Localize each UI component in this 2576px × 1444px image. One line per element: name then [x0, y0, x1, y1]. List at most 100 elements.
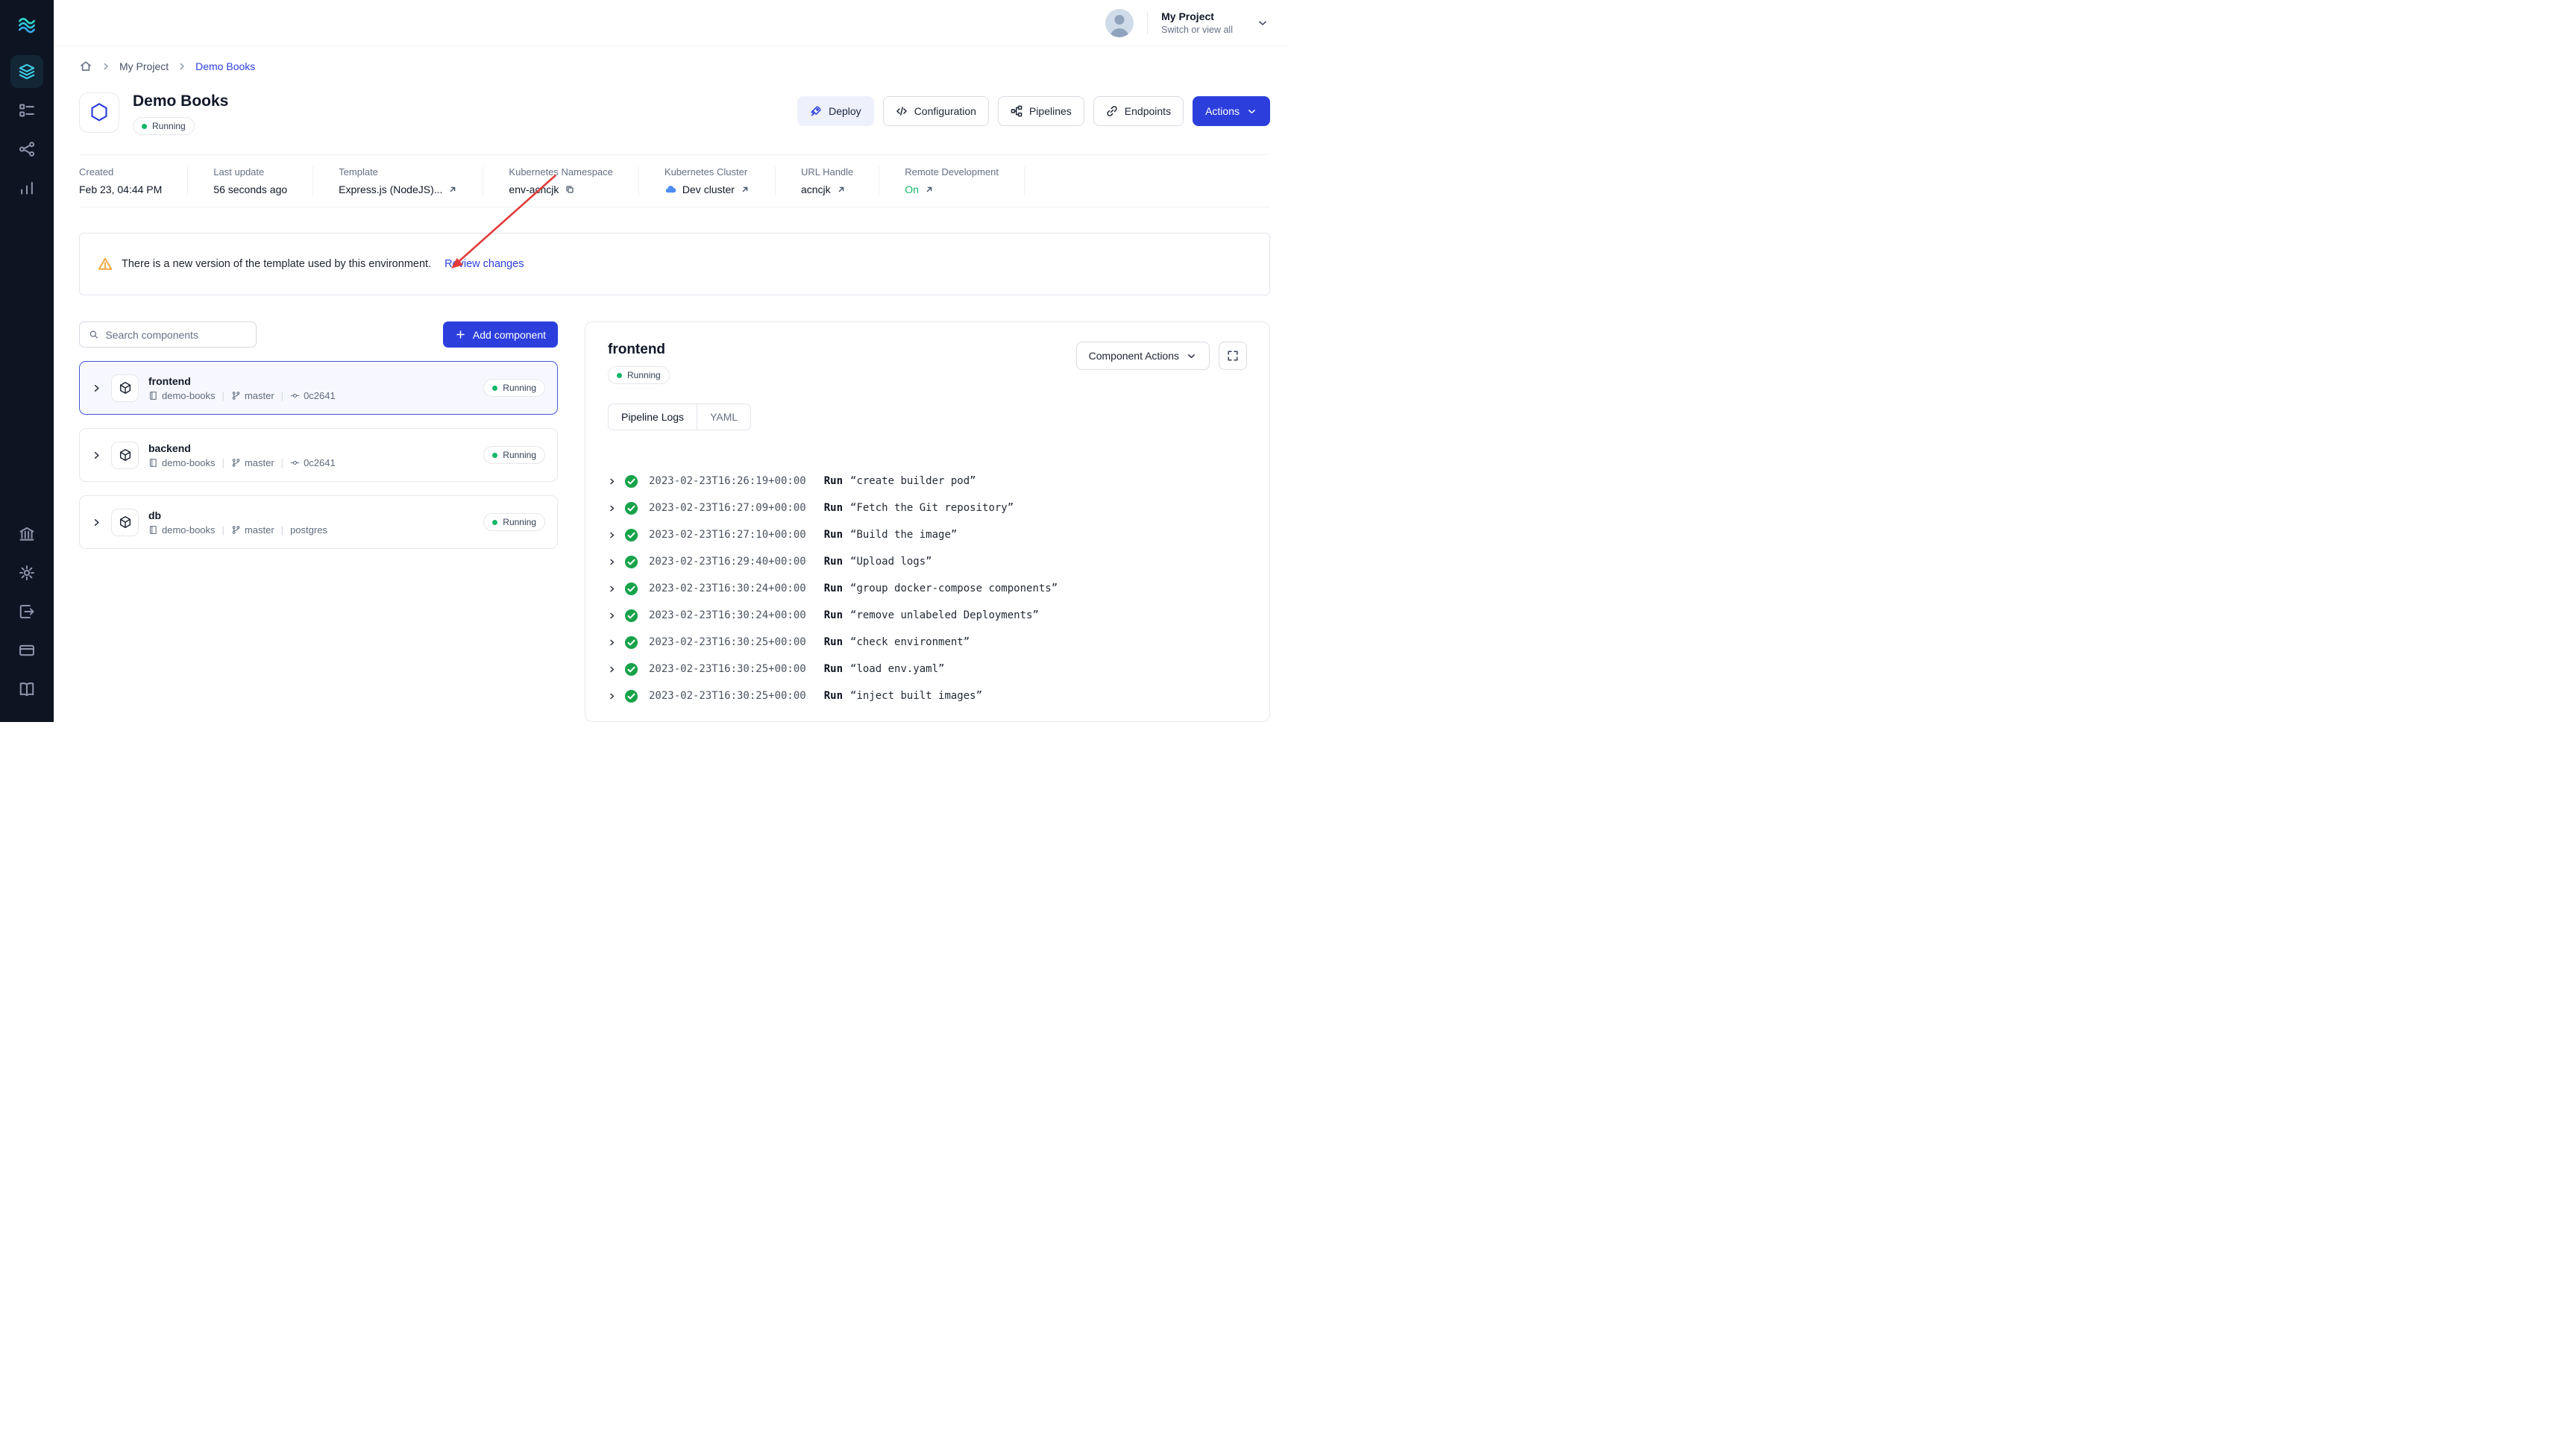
- log-action: Run: [824, 556, 843, 568]
- copy-icon[interactable]: [565, 184, 575, 195]
- log-action: Run: [824, 529, 843, 541]
- user-avatar[interactable]: [1105, 9, 1134, 37]
- log-message: “Upload logs”: [850, 556, 932, 568]
- log-expand-chevron-icon[interactable]: [608, 504, 617, 512]
- success-check-icon: [624, 662, 638, 677]
- git-branch-icon: [231, 458, 241, 468]
- project-switcher-name: My Project: [1161, 10, 1233, 22]
- meta-url-handle: URL Handle acncjk: [776, 166, 879, 195]
- success-check-icon: [624, 474, 638, 489]
- topbar-divider: [1147, 12, 1148, 34]
- project-switcher-hint: Switch or view all: [1161, 25, 1233, 35]
- log-action: Run: [824, 583, 843, 594]
- component-meta: demo-books | master | 0c2641: [148, 457, 483, 468]
- breadcrumb-environment[interactable]: Demo Books: [195, 60, 255, 72]
- cloud-icon: [665, 183, 676, 195]
- external-link-icon[interactable]: [837, 185, 846, 194]
- log-expand-chevron-icon[interactable]: [608, 638, 617, 647]
- status-dot: [142, 124, 147, 129]
- component-card-backend[interactable]: backend demo-books | master | 0c2641 Run…: [79, 428, 558, 482]
- sidebar-item-docs[interactable]: [10, 673, 43, 706]
- workflow-icon: [19, 141, 35, 157]
- project-switcher[interactable]: My Project Switch or view all: [1161, 10, 1233, 35]
- sidebar-item-settings[interactable]: [10, 556, 43, 589]
- log-expand-chevron-icon[interactable]: [608, 665, 617, 674]
- log-message: “remove unlabeled Deployments”: [850, 609, 1039, 621]
- log-expand-chevron-icon[interactable]: [608, 692, 617, 700]
- sidebar: [0, 0, 54, 722]
- component-meta: demo-books | master | 0c2641: [148, 390, 483, 401]
- review-changes-link[interactable]: Review changes: [444, 258, 524, 270]
- component-actions-button[interactable]: Component Actions: [1076, 342, 1210, 370]
- configuration-button[interactable]: Configuration: [883, 96, 989, 126]
- external-link-icon[interactable]: [448, 185, 457, 194]
- warning-triangle-icon: [98, 257, 113, 271]
- environment-hexagon-icon: [79, 92, 119, 133]
- chevron-right-icon[interactable]: [92, 451, 101, 460]
- log-expand-chevron-icon[interactable]: [608, 531, 617, 539]
- rocket-icon: [810, 105, 822, 117]
- log-expand-chevron-icon[interactable]: [608, 558, 617, 566]
- external-link-icon[interactable]: [925, 185, 934, 194]
- component-meta: demo-books | master | postgres: [148, 524, 483, 536]
- pipeline-tree-icon: [1011, 105, 1022, 117]
- building-icon: [19, 526, 35, 542]
- chevron-down-icon[interactable]: [1257, 17, 1269, 29]
- log-message: “load env.yaml”: [850, 663, 944, 675]
- success-check-icon: [624, 635, 638, 650]
- log-expand-chevron-icon[interactable]: [608, 612, 617, 620]
- sidebar-item-exports[interactable]: [10, 595, 43, 628]
- expand-icon: [1227, 350, 1239, 362]
- sidebar-item-pipelines[interactable]: [10, 133, 43, 166]
- log-expand-chevron-icon[interactable]: [608, 585, 617, 593]
- log-row: 2023-02-23T16:29:40+00:00 Run “Upload lo…: [608, 548, 1247, 575]
- sidebar-item-organization[interactable]: [10, 518, 43, 550]
- success-check-icon: [624, 555, 638, 569]
- pipelines-button[interactable]: Pipelines: [998, 96, 1084, 126]
- component-card-db[interactable]: db demo-books | master | postgres Runnin…: [79, 495, 558, 549]
- pipeline-logs: 2023-02-23T16:26:19+00:00 Run “create bu…: [608, 468, 1247, 709]
- log-timestamp: 2023-02-23T16:30:24+00:00: [649, 583, 806, 594]
- log-timestamp: 2023-02-23T16:29:40+00:00: [649, 556, 806, 568]
- log-expand-chevron-icon[interactable]: [608, 477, 617, 486]
- chevron-right-icon[interactable]: [92, 518, 101, 527]
- log-row: 2023-02-23T16:30:25+00:00 Run “inject bu…: [608, 682, 1247, 709]
- detail-status-badge: Running: [608, 366, 670, 384]
- link-icon: [1106, 105, 1118, 117]
- add-component-button[interactable]: Add component: [443, 321, 558, 348]
- chevron-right-icon[interactable]: [92, 383, 101, 393]
- sidebar-item-projects[interactable]: [10, 94, 43, 127]
- breadcrumb-project[interactable]: My Project: [119, 60, 169, 72]
- banner-message: There is a new version of the template u…: [122, 258, 431, 270]
- tab-pipeline-logs[interactable]: Pipeline Logs: [609, 404, 697, 430]
- external-link-icon[interactable]: [741, 185, 750, 194]
- search-components-input[interactable]: [105, 329, 247, 341]
- org-list-icon: [19, 102, 35, 119]
- book-icon: [19, 681, 35, 697]
- meta-remote-development: Remote Development On: [879, 166, 1025, 195]
- log-row: 2023-02-23T16:30:25+00:00 Run “check env…: [608, 629, 1247, 656]
- tab-yaml[interactable]: YAML: [697, 404, 750, 430]
- sidebar-item-billing[interactable]: [10, 634, 43, 667]
- endpoints-button[interactable]: Endpoints: [1093, 96, 1184, 126]
- deploy-button[interactable]: Deploy: [797, 96, 874, 126]
- success-check-icon: [624, 609, 638, 623]
- detail-title: frontend: [608, 342, 670, 358]
- sidebar-item-metrics[interactable]: [10, 172, 43, 204]
- log-action: Run: [824, 663, 843, 675]
- brand-logo-icon[interactable]: [11, 9, 43, 40]
- log-timestamp: 2023-02-23T16:30:25+00:00: [649, 636, 806, 648]
- home-icon[interactable]: [79, 60, 92, 73]
- repo-icon: [148, 391, 158, 401]
- meta-kubernetes-namespace: Kubernetes Namespace env-acncjk: [483, 166, 638, 195]
- success-check-icon: [624, 689, 638, 703]
- log-message: “group docker-compose components”: [850, 583, 1058, 594]
- log-message: “create builder pod”: [850, 475, 976, 487]
- component-card-frontend[interactable]: frontend demo-books | master | 0c2641 Ru…: [79, 361, 558, 415]
- fullscreen-button[interactable]: [1219, 342, 1247, 370]
- log-message: “Fetch the Git repository”: [850, 502, 1014, 514]
- log-row: 2023-02-23T16:27:10+00:00 Run “Build the…: [608, 521, 1247, 548]
- sidebar-item-environments[interactable]: [10, 55, 43, 88]
- actions-button[interactable]: Actions: [1193, 96, 1270, 126]
- code-icon: [896, 105, 908, 117]
